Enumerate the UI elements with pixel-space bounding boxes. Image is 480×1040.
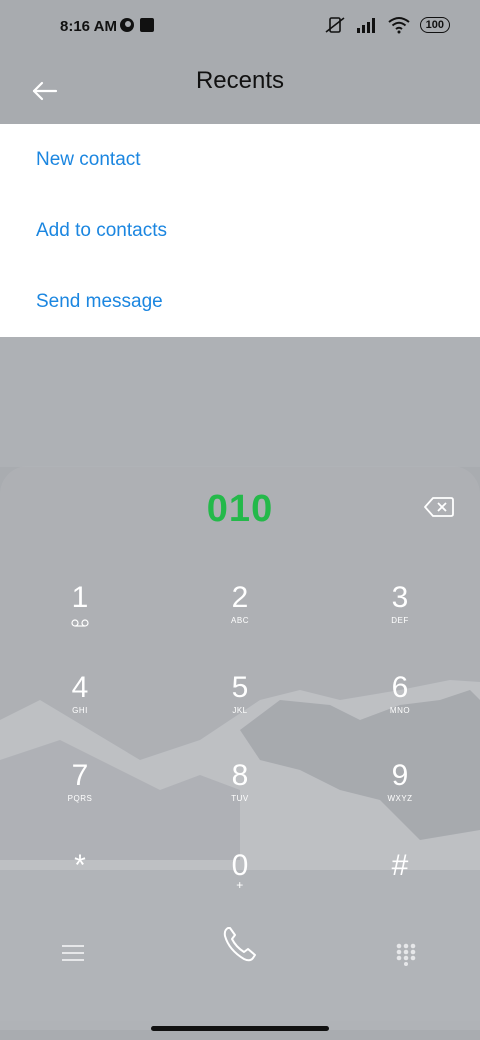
key-letters: JKL [232,706,248,715]
key-digit: 3 [391,581,409,614]
notification-icon [140,18,154,32]
backspace-icon[interactable] [424,496,454,518]
key-digit: 5 [231,671,249,704]
key-8[interactable]: 8 TUV [180,760,300,840]
key-4[interactable]: 4 GHI [20,672,140,752]
home-indicator[interactable] [151,1026,329,1031]
key-2[interactable]: 2 ABC [180,582,300,662]
vibrate-off-icon [325,17,345,33]
status-time: 8:16 AM [60,18,117,35]
dialer-bottom-bar [0,916,480,996]
status-right-icons: 100 [324,16,450,34]
key-digit: 6 [391,671,409,704]
key-6[interactable]: 6 MNO [340,672,460,752]
status-notification-icons [120,18,154,32]
menu-item-add-to-contacts[interactable]: Add to contacts [0,195,480,266]
app-header: Recents [0,56,480,124]
key-digit: * [74,849,86,882]
hamburger-icon[interactable] [62,944,84,962]
options-menu: New contact Add to contacts Send message [0,124,480,337]
key-letters: TUV [231,794,249,803]
key-letters: PQRS [67,794,93,803]
key-5[interactable]: 5 JKL [180,672,300,752]
key-letters: WXYZ [387,794,413,803]
key-digit: 7 [71,759,89,792]
key-1[interactable]: 1 [20,582,140,662]
key-9[interactable]: 9 WXYZ [340,760,460,840]
signal-icon [356,18,375,33]
wifi-icon [388,17,410,34]
key-3[interactable]: 3 DEF [340,582,460,662]
voicemail-icon [71,619,89,627]
key-letters: ABC [231,616,249,625]
battery-indicator: 100 [419,17,450,33]
dialpad-icon[interactable] [395,942,417,966]
key-digit: 2 [231,581,249,614]
vpn-icon [120,18,134,32]
dialed-number: 010 [206,488,274,530]
key-digit: 4 [71,671,89,704]
key-letters: MNO [389,706,411,715]
key-7[interactable]: 7 PQRS [20,760,140,840]
dial-pad-panel: 010 1 2 ABC 3 DEF 4 GHI 5 JKL 6 MNO 7 PQ… [0,466,480,1021]
key-letters: GHI [72,706,88,715]
key-digit: 1 [71,581,89,614]
menu-item-new-contact[interactable]: New contact [0,124,480,195]
status-bar: 8:16 AM 100 [0,0,480,56]
key-digit: 8 [231,759,249,792]
phone-icon[interactable] [218,922,262,966]
key-digit: # [391,849,409,882]
key-digit: 9 [391,759,409,792]
key-letters: + [236,878,244,892]
key-letters: DEF [391,616,409,625]
page-title: Recents [195,67,285,94]
menu-item-send-message[interactable]: Send message [0,266,480,337]
